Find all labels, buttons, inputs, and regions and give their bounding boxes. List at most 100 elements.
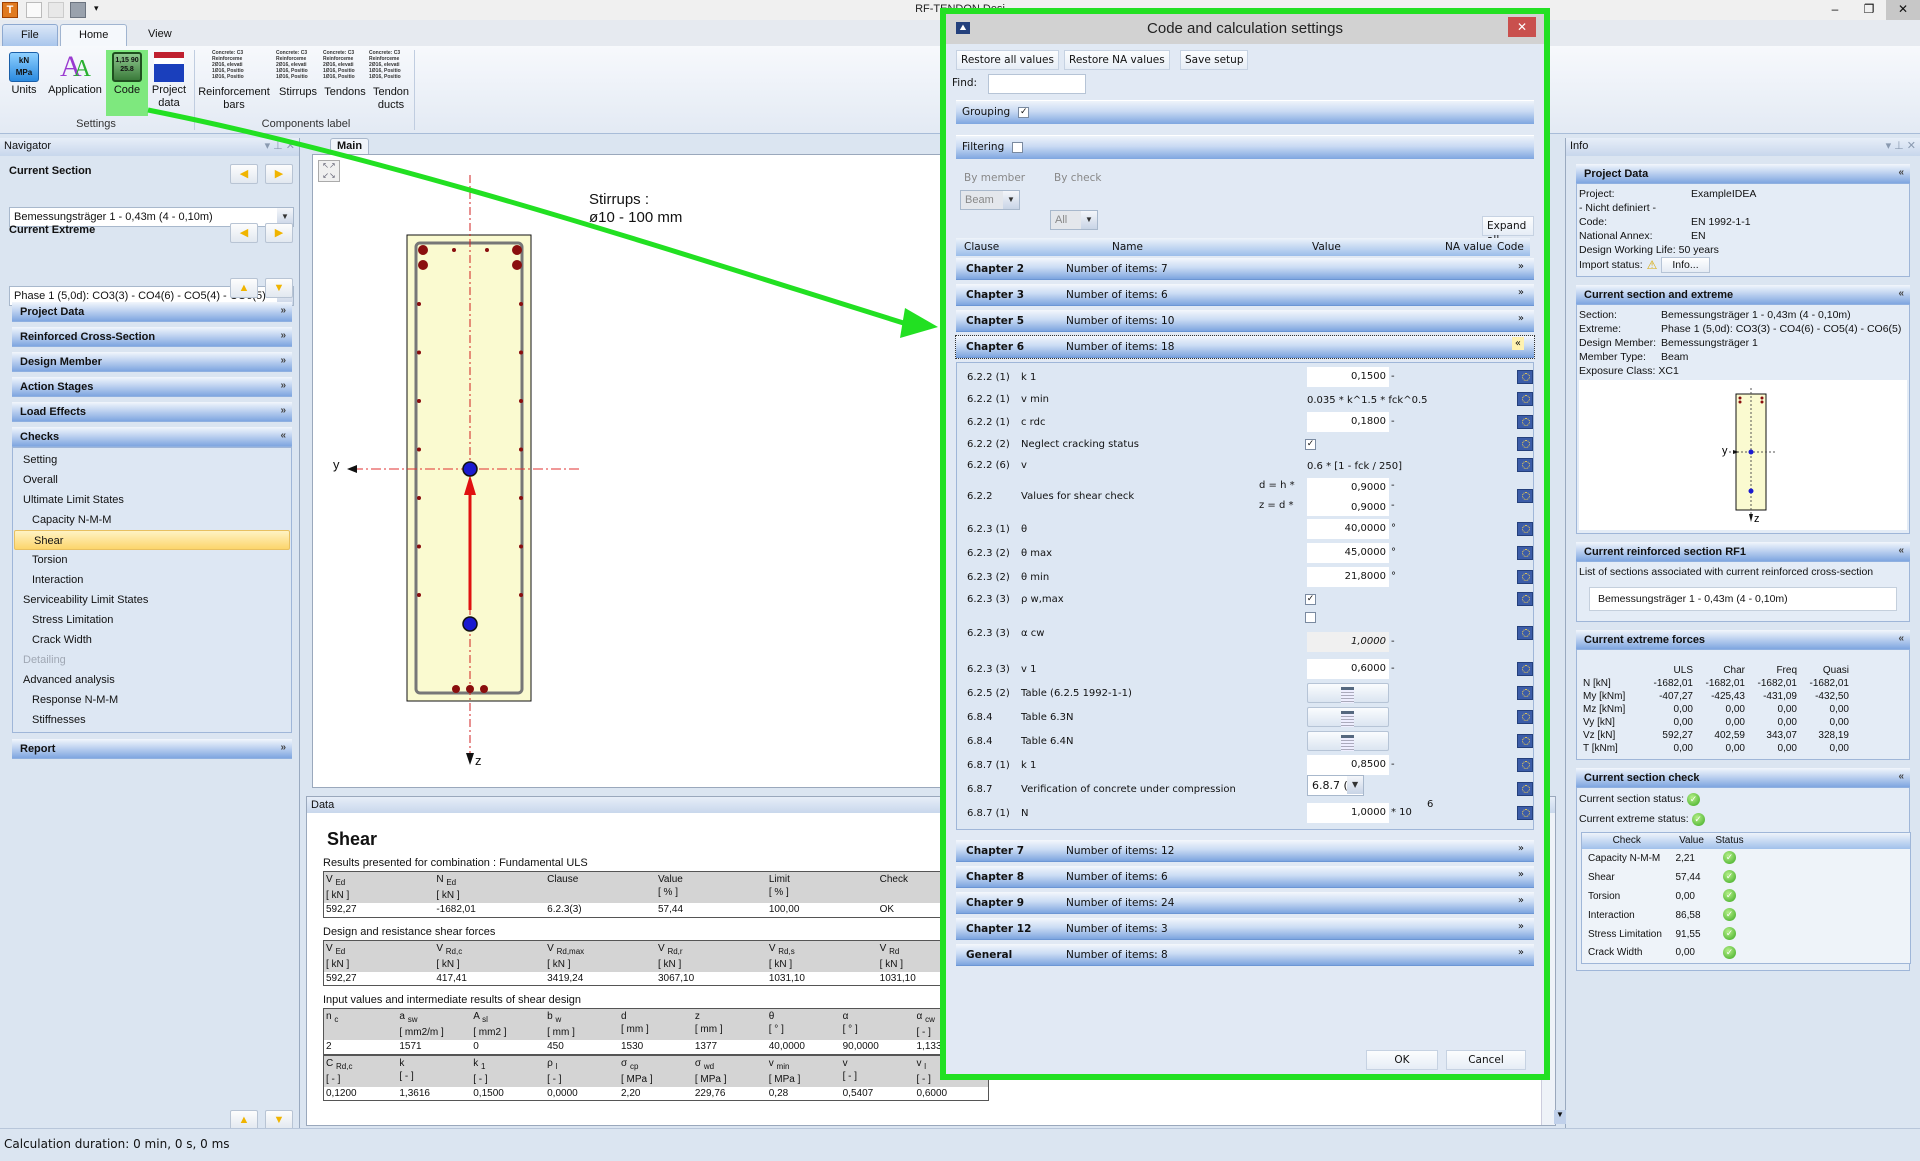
check-row[interactable]: Interaction 86,58 ✓ (1582, 906, 1911, 925)
section-action-stages[interactable]: Action Stages » (12, 377, 292, 397)
eu-code-flag-icon[interactable] (1517, 521, 1533, 536)
panel-controls[interactable]: ▾ ⊥ ✕ (265, 139, 295, 152)
parameter-value-input[interactable]: 21,8000 (1307, 567, 1389, 587)
parameter-value-input[interactable]: 40,0000 (1307, 519, 1389, 539)
eu-code-flag-icon[interactable] (1517, 437, 1533, 451)
eu-code-flag-icon[interactable] (1517, 733, 1533, 748)
restore-all-button[interactable]: Restore all values (956, 50, 1059, 70)
project-data-button[interactable]: Project data (150, 50, 188, 116)
section-check-header[interactable]: Current section check « (1576, 768, 1910, 788)
eu-code-flag-icon[interactable] (1517, 545, 1533, 560)
next-section-button[interactable]: ▶ (265, 164, 293, 184)
column-na-value[interactable]: NA value (1445, 241, 1492, 253)
eu-code-flag-icon[interactable] (1517, 709, 1533, 724)
parameter-select[interactable]: 6.8.7 (2) ▼ (1307, 775, 1365, 796)
chapter-chapter-6[interactable]: Chapter 6 Number of items: 18 « (955, 335, 1535, 359)
chapter-chapter-12[interactable]: Chapter 12 Number of items: 3 » (956, 918, 1534, 940)
chapter-chapter-3[interactable]: Chapter 3 Number of items: 6 » (956, 284, 1534, 306)
eu-code-flag-icon[interactable] (1517, 592, 1533, 606)
tab-file[interactable]: File (2, 24, 58, 46)
check-row[interactable]: Shear 57,44 ✓ (1582, 868, 1911, 887)
eu-code-flag-icon[interactable] (1517, 626, 1533, 640)
tree-item-ultimate-limit-states[interactable]: Ultimate Limit States (13, 490, 291, 510)
tree-item-overall[interactable]: Overall (13, 470, 291, 490)
filtering-checkbox[interactable] (1012, 141, 1024, 153)
maximize-icon[interactable]: ❐ (1852, 0, 1886, 20)
minimize-icon[interactable]: – (1818, 0, 1852, 20)
tree-item-crack-width[interactable]: Crack Width (13, 630, 291, 650)
tab-main[interactable]: Main (330, 138, 370, 154)
parameter-value-input[interactable]: 0,1800 (1307, 412, 1389, 432)
eu-code-flag-icon[interactable] (1517, 489, 1533, 503)
eu-code-flag-icon[interactable] (1517, 757, 1533, 772)
section-checks[interactable]: Checks « (12, 427, 292, 447)
expand-icon[interactable]: » (1518, 313, 1524, 324)
check-row[interactable]: Capacity N-M-M 2,21 ✓ (1582, 849, 1911, 868)
section-reinforced-cross-section[interactable]: Reinforced Cross-Section » (12, 327, 292, 347)
section-list-item[interactable]: Bemessungsträger 1 - 0,43m (4 - 0,10m) (1589, 587, 1897, 611)
check-row[interactable]: Torsion 0,00 ✓ (1582, 887, 1911, 906)
section-project-data[interactable]: Project Data » (12, 302, 292, 322)
column-value[interactable]: Value (1312, 241, 1341, 253)
chapter-chapter-2[interactable]: Chapter 2 Number of items: 7 » (956, 258, 1534, 280)
chapter-chapter-5[interactable]: Chapter 5 Number of items: 10 » (956, 310, 1534, 332)
move-up-button[interactable]: ▲ (230, 278, 258, 298)
code-button[interactable]: 1,15 90 25.8 Code (106, 50, 148, 116)
next-extreme-button[interactable]: ▶ (265, 223, 293, 243)
eu-code-flag-icon[interactable] (1517, 661, 1533, 676)
application-button[interactable]: AA Application (48, 50, 102, 116)
dialog-close-button[interactable]: ✕ (1508, 17, 1536, 37)
checks-column-header[interactable]: Check (1582, 833, 1672, 850)
chevron-down-icon[interactable]: ▼ (1081, 211, 1097, 229)
check-row[interactable]: Stress Limitation 91,55 ✓ (1582, 925, 1911, 944)
restore-na-button[interactable]: Restore NA values (1064, 50, 1170, 70)
tree-item-stiffnesses[interactable]: Stiffnesses (13, 710, 291, 730)
expand-icon[interactable]: » (1518, 869, 1524, 880)
import-info-button[interactable]: Info... (1661, 257, 1710, 273)
chapter-chapter-9[interactable]: Chapter 9 Number of items: 24 » (956, 892, 1534, 914)
checks-column-header[interactable]: Value (1672, 833, 1712, 850)
panel-controls[interactable]: ▾ ⊥ ✕ (1886, 139, 1916, 152)
expand-icon[interactable]: » (1518, 895, 1524, 906)
parameter-checkbox[interactable] (1305, 612, 1316, 623)
tab-view[interactable]: View (130, 24, 190, 46)
table-edit-button[interactable] (1307, 707, 1389, 727)
column-clause[interactable]: Clause (964, 241, 999, 253)
extreme-forces-header[interactable]: Current extreme forces « (1576, 630, 1910, 650)
parameter-value-input[interactable]: 0,9000 0,9000 (1307, 478, 1389, 516)
stirrups-button[interactable]: Concrete: C3 Reinforceme 2Ø16, elevati 1… (276, 50, 320, 116)
tendon-ducts-button[interactable]: Concrete: C3 Reinforceme 2Ø16, elevati 1… (368, 50, 414, 116)
save-setup-button[interactable]: Save setup (1180, 50, 1249, 70)
parameter-value-input[interactable]: 0,8500 (1307, 755, 1389, 775)
parameter-value-input[interactable]: 0,1500 (1307, 367, 1389, 387)
section-extreme-header[interactable]: Current section and extreme « (1576, 285, 1910, 305)
cancel-button[interactable]: Cancel (1446, 1050, 1526, 1070)
section-report[interactable]: Report » (12, 739, 292, 759)
tree-item-shear[interactable]: Shear (14, 530, 290, 550)
scroll-down-button[interactable]: ▼ (265, 1110, 293, 1130)
column-name[interactable]: Name (1112, 241, 1143, 253)
scroll-down-icon[interactable]: ▼ (1554, 1110, 1566, 1124)
tree-item-capacity-n-m-m[interactable]: Capacity N-M-M (13, 510, 291, 530)
eu-code-flag-icon[interactable] (1517, 414, 1533, 429)
eu-code-flag-icon[interactable] (1517, 685, 1533, 700)
by-check-select[interactable]: All ▼ (1050, 210, 1098, 230)
tree-item-serviceability-limit-states[interactable]: Serviceability Limit States (13, 590, 291, 610)
tree-item-response-n-m-m[interactable]: Response N-M-M (13, 690, 291, 710)
chapter-chapter-7[interactable]: Chapter 7 Number of items: 12 » (956, 840, 1534, 862)
parameter-checkbox[interactable]: ✓ (1305, 439, 1316, 450)
table-edit-button[interactable] (1307, 731, 1389, 751)
chapter-chapter-8[interactable]: Chapter 8 Number of items: 6 » (956, 866, 1534, 888)
section-load-effects[interactable]: Load Effects » (12, 402, 292, 422)
ok-button[interactable]: OK (1366, 1050, 1438, 1070)
find-input[interactable] (988, 74, 1086, 94)
scroll-up-button[interactable]: ▲ (230, 1110, 258, 1130)
by-member-select[interactable]: Beam ▼ (960, 190, 1020, 210)
eu-code-flag-icon[interactable] (1517, 369, 1533, 384)
eu-code-flag-icon[interactable] (1517, 458, 1533, 472)
collapse-icon[interactable]: « (1511, 337, 1524, 350)
tab-home[interactable]: Home (60, 24, 128, 46)
section-design-member[interactable]: Design Member » (12, 352, 292, 372)
tendons-button[interactable]: Concrete: C3 Reinforceme 2Ø16, elevati 1… (322, 50, 368, 116)
move-down-button[interactable]: ▼ (265, 278, 293, 298)
